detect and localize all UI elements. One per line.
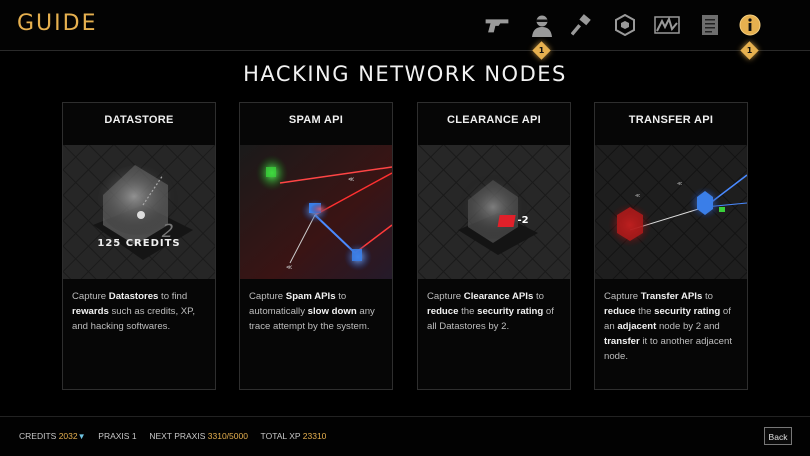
datastore-image: 2 125 CREDITS [63, 145, 215, 279]
footer: CREDITS 2032▼ PRAXIS 1 NEXT PRAXIS 3310/… [0, 416, 810, 456]
card-description: Capture Clearance APIs to reduce the sec… [427, 291, 554, 332]
header: GUIDE 1 1 [0, 0, 810, 60]
document-icon[interactable] [697, 12, 723, 38]
back-button[interactable]: Back [764, 427, 792, 445]
total-xp-label: TOTAL XP [260, 431, 301, 441]
credits-value: 2032 [58, 431, 78, 441]
spam-api-image: ≪ ≪ [240, 145, 392, 279]
player-stats: CREDITS 2032▼ PRAXIS 1 NEXT PRAXIS 3310/… [19, 431, 326, 441]
clearance-api-image: -2 [418, 145, 570, 279]
next-praxis-label: NEXT PRAXIS [149, 431, 206, 441]
security-rating-label: -2 [517, 215, 529, 226]
notification-badge: 1 [740, 41, 759, 60]
notification-badge: 1 [532, 41, 551, 60]
svg-text:≪: ≪ [635, 193, 640, 199]
card-description: Capture Spam APIs to automatically slow … [249, 291, 375, 332]
card-description: Capture Transfer APIs to reduce the secu… [604, 291, 733, 362]
credits-label: CREDITS [19, 431, 57, 441]
credits-reward-label: 125 CREDITS [97, 238, 181, 249]
transfer-api-card: TRANSFER API ≪ ≪ Capture Transfer APIs t… [594, 102, 748, 390]
svg-text:≪: ≪ [677, 181, 682, 187]
svg-text:≪: ≪ [286, 264, 292, 271]
card-title: DATASTORE [104, 114, 174, 126]
info-icon[interactable] [737, 12, 763, 38]
page-header-title: GUIDE [17, 11, 98, 36]
spam-api-card: SPAM API ≪ ≪ Capture Spam APIs to automa… [239, 102, 393, 390]
card-description: Capture Datastores to find rewards such … [72, 291, 196, 332]
card-title: SPAM API [288, 114, 344, 126]
card-title: TRANSFER API [628, 114, 714, 126]
map-icon[interactable] [654, 12, 680, 38]
hammer-icon[interactable] [569, 12, 595, 38]
agent-icon[interactable] [529, 12, 555, 38]
total-xp-value: 23310 [302, 431, 327, 441]
clearance-api-card: CLEARANCE API -2 Capture Clearance APIs … [417, 102, 571, 390]
pistol-icon[interactable] [484, 12, 510, 38]
svg-text:≪: ≪ [348, 176, 354, 183]
next-praxis-value: 3310/5000 [207, 431, 248, 441]
datastore-card: DATASTORE 2 125 CREDITS Capture Datastor… [62, 102, 216, 390]
card-title: CLEARANCE API [447, 114, 541, 126]
transfer-api-image: ≪ ≪ [595, 145, 747, 279]
praxis-value: 1 [131, 431, 137, 441]
hexagon-icon[interactable] [612, 12, 638, 38]
credits-icon: ▼ [77, 432, 86, 441]
page-title: HACKING NETWORK NODES [243, 62, 567, 86]
praxis-label: PRAXIS [98, 431, 130, 441]
